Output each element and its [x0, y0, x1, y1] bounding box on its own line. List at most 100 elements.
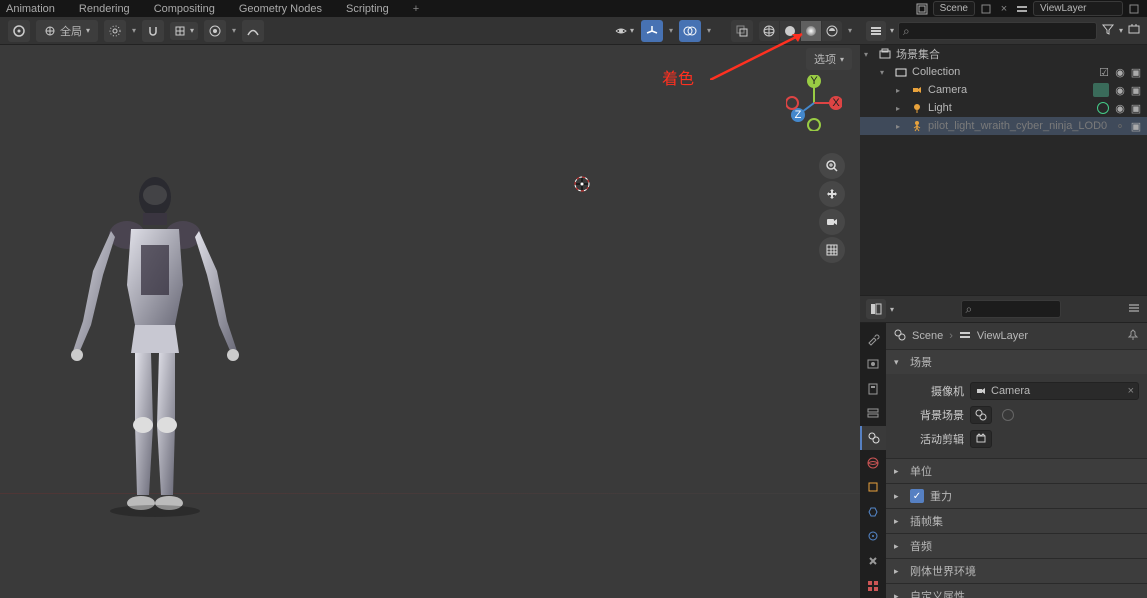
character-mesh	[65, 175, 245, 545]
render-icon[interactable]: ▣	[1129, 120, 1143, 133]
properties-breadcrumb: Scene › ViewLayer	[886, 323, 1147, 349]
camera-icon	[910, 83, 924, 97]
pivot-point-button[interactable]	[104, 20, 126, 42]
panel-custom-header[interactable]: ▸自定义属性	[886, 584, 1147, 598]
visibility-eye-icon[interactable]: ◉	[1113, 102, 1127, 115]
keyframe-dot[interactable]	[1002, 409, 1014, 421]
outliner-item-armature[interactable]: ▸ pilot_light_wraith_cyber_ninja_LOD0 ⚬▣	[860, 117, 1147, 135]
scene-close-icon[interactable]: ×	[997, 2, 1011, 16]
clear-icon[interactable]: ×	[1128, 385, 1134, 397]
menu-compositing[interactable]: Compositing	[154, 3, 215, 15]
visibility-dropdown[interactable]: ▾	[613, 20, 635, 42]
tab-object[interactable]	[860, 475, 886, 500]
breadcrumb-scene[interactable]: Scene	[912, 330, 943, 342]
pan-button[interactable]	[819, 181, 845, 207]
shading-solid-button[interactable]	[780, 21, 800, 41]
viewport-toolbar: 全局 ▾ ▾ ▾ ▾ ▾ ▾ ▾	[0, 17, 860, 45]
tab-tool[interactable]	[860, 327, 886, 352]
panel-audio-header[interactable]: ▸音频	[886, 534, 1147, 558]
visibility-eye-icon[interactable]: ◉	[1113, 66, 1127, 79]
snap-mode-dropdown[interactable]: ▾	[170, 22, 198, 40]
gravity-checkbox[interactable]: ✓	[910, 489, 924, 503]
tab-constraint[interactable]	[860, 549, 886, 574]
panel-rigidbody-header[interactable]: ▸刚体世界环境	[886, 559, 1147, 583]
viewlayer-name-field[interactable]: ViewLayer	[1033, 1, 1123, 16]
visibility-eye-icon[interactable]: ⚬	[1113, 120, 1127, 133]
panel-units-header[interactable]: ▸单位	[886, 459, 1147, 483]
transform-orientation-dropdown[interactable]: 全局 ▾	[36, 20, 98, 42]
outliner-display-mode-button[interactable]	[866, 21, 886, 41]
tab-render[interactable]	[860, 352, 886, 377]
outliner-item-camera[interactable]: ▸ Camera ◉▣	[860, 81, 1147, 99]
outliner-tree[interactable]: ▾ 场景集合 ▾ Collection ☑◉▣ ▸ Camera ◉▣ ▸ Li…	[860, 45, 1147, 295]
properties-search-input[interactable]	[961, 300, 1061, 318]
clip-field[interactable]	[970, 430, 992, 448]
3d-viewport[interactable]: 选项▾ Y X Z	[0, 45, 860, 598]
tab-physics[interactable]	[860, 524, 886, 549]
menu-animation[interactable]: Animation	[6, 3, 55, 15]
collection-icon	[894, 65, 908, 79]
tab-viewlayer[interactable]	[860, 401, 886, 426]
menu-scripting[interactable]: Scripting	[346, 3, 389, 15]
viewport-options-dropdown[interactable]: 选项▾	[806, 48, 852, 70]
outliner-filter-button[interactable]	[1101, 22, 1115, 39]
outliner-item-light[interactable]: ▸ Light ◉▣	[860, 99, 1147, 117]
tab-world[interactable]	[860, 450, 886, 475]
outliner-new-collection-button[interactable]	[1127, 22, 1141, 39]
xray-toggle-button[interactable]	[731, 20, 753, 42]
outliner-header: ▾ ▾	[860, 17, 1147, 45]
tab-output[interactable]	[860, 376, 886, 401]
render-icon[interactable]: ▣	[1129, 66, 1143, 79]
properties-header: ▾	[860, 295, 1147, 323]
properties-options-button[interactable]	[1127, 301, 1141, 318]
camera-prop-label: 摄像机	[894, 383, 964, 399]
shading-wireframe-button[interactable]	[759, 21, 779, 41]
render-icon[interactable]: ▣	[1129, 84, 1143, 97]
exclude-checkbox[interactable]: ☑	[1097, 66, 1111, 79]
properties-editor-button[interactable]	[866, 299, 886, 319]
outliner-search-input[interactable]	[898, 22, 1097, 40]
curve-falloff-button[interactable]	[242, 20, 264, 42]
camera-view-button[interactable]	[819, 209, 845, 235]
properties-tabs	[860, 323, 886, 598]
render-icon[interactable]: ▣	[1129, 102, 1143, 115]
outliner-scene-collection[interactable]: ▾ 场景集合	[860, 45, 1147, 63]
shading-mode-group	[759, 21, 842, 41]
clip-label: 活动剪辑	[894, 431, 964, 447]
visibility-eye-icon[interactable]: ◉	[1113, 84, 1127, 97]
gizmo-toggle-button[interactable]	[641, 20, 663, 42]
tab-modifier[interactable]	[860, 499, 886, 524]
add-workspace-button[interactable]: +	[413, 3, 419, 15]
camera-prop-field[interactable]: Camera ×	[970, 382, 1139, 400]
menu-geometry-nodes[interactable]: Geometry Nodes	[239, 3, 322, 15]
shading-rendered-button[interactable]	[822, 21, 842, 41]
right-panel: ▾ ▾ ▾ 场景集合 ▾ Collection ☑◉▣ ▸ Camera ◉▣ …	[860, 17, 1147, 598]
outliner-item-collection[interactable]: ▾ Collection ☑◉▣	[860, 63, 1147, 81]
3d-cursor	[571, 173, 593, 195]
editor-type-button[interactable]	[8, 20, 30, 42]
tab-data[interactable]	[860, 573, 886, 598]
breadcrumb-viewlayer[interactable]: ViewLayer	[977, 330, 1028, 342]
scene-name-field[interactable]: Scene	[933, 1, 975, 16]
panel-gravity-header[interactable]: ▸✓重力	[886, 484, 1147, 508]
svg-text:Z: Z	[795, 109, 802, 121]
scene-link-icon[interactable]	[979, 2, 993, 16]
bg-scene-field[interactable]	[970, 406, 992, 424]
properties-content: Scene › ViewLayer ▾场景 摄像机 Camera ×	[886, 323, 1147, 598]
panel-keying-header[interactable]: ▸插帧集	[886, 509, 1147, 533]
pin-icon[interactable]	[1127, 329, 1139, 344]
scene-icon	[894, 329, 906, 344]
menu-rendering[interactable]: Rendering	[79, 3, 130, 15]
snap-toggle-button[interactable]	[142, 20, 164, 42]
navigation-gizmo[interactable]: Y X Z	[786, 75, 842, 131]
tab-scene[interactable]	[860, 426, 886, 451]
zoom-button[interactable]	[819, 153, 845, 179]
proportional-edit-button[interactable]	[204, 20, 226, 42]
overlays-toggle-button[interactable]	[679, 20, 701, 42]
viewlayer-add-icon[interactable]	[1127, 2, 1141, 16]
panel-scene-header[interactable]: ▾场景	[886, 350, 1147, 374]
perspective-button[interactable]	[819, 237, 845, 263]
scene-header: Scene × ViewLayer	[915, 0, 1147, 17]
svg-text:X: X	[832, 97, 840, 109]
shading-material-button[interactable]	[801, 21, 821, 41]
